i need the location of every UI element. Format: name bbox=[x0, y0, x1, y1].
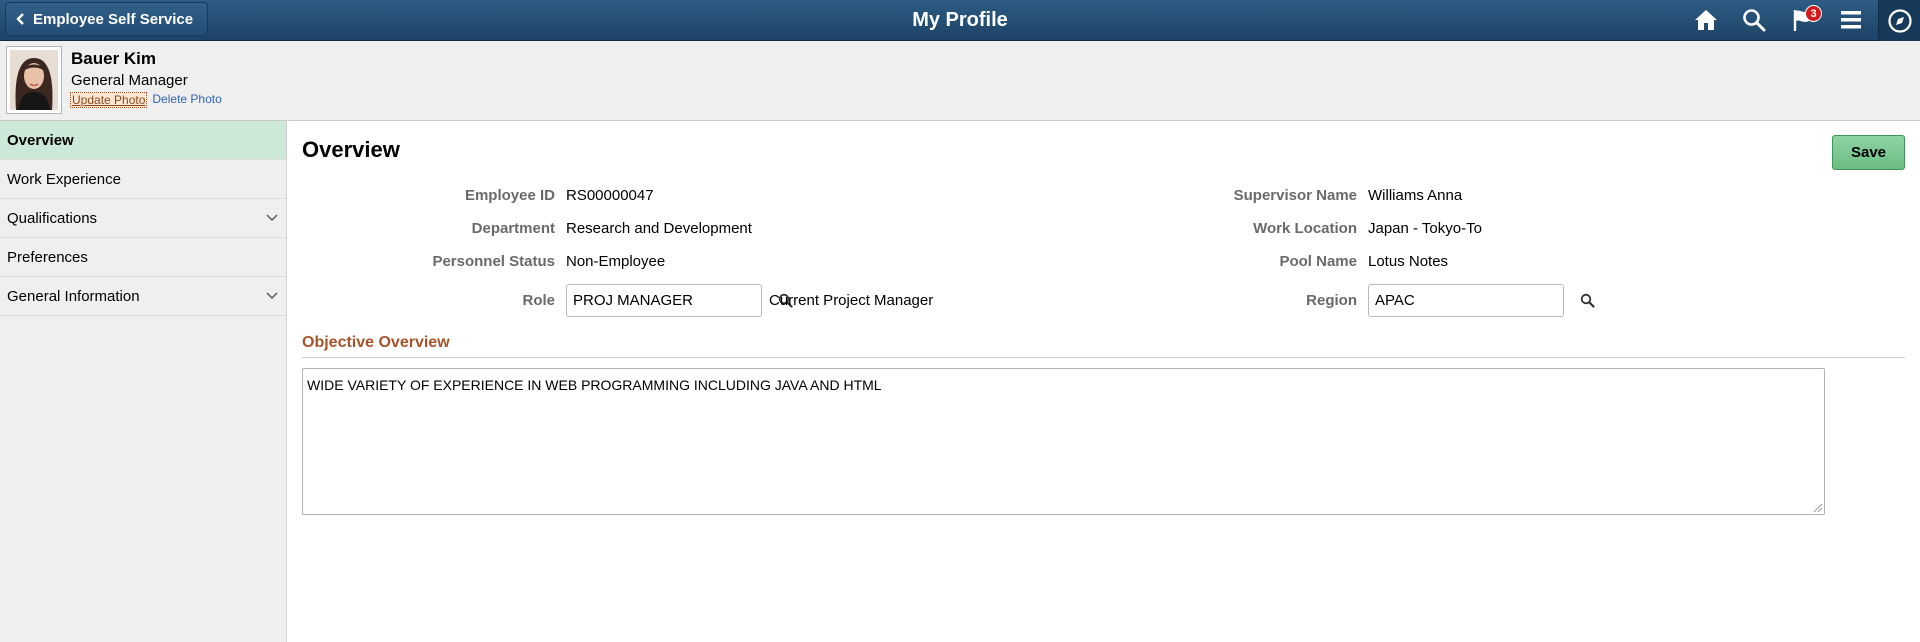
role-input[interactable] bbox=[567, 285, 778, 316]
sidebar-item-label: Qualifications bbox=[7, 209, 98, 227]
resize-grip-icon[interactable] bbox=[1811, 501, 1823, 513]
supervisor-name-value: Williams Anna bbox=[1368, 187, 1463, 204]
personnel-status-label: Personnel Status bbox=[432, 253, 555, 270]
back-button-label: Employee Self Service bbox=[33, 10, 194, 28]
chevron-down-icon bbox=[266, 214, 278, 221]
home-icon[interactable] bbox=[1691, 6, 1721, 34]
supervisor-name-label: Supervisor Name bbox=[1233, 187, 1357, 204]
sidebar: Overview Work Experience Qualifications … bbox=[0, 121, 287, 642]
search-icon[interactable] bbox=[1739, 6, 1769, 34]
sidebar-item-work-experience[interactable]: Work Experience bbox=[0, 160, 286, 199]
work-location-value: Japan - Tokyo-To bbox=[1368, 220, 1482, 237]
pool-name-value: Lotus Notes bbox=[1368, 253, 1449, 270]
employee-name: Bauer Kim bbox=[71, 49, 157, 68]
sidebar-item-label: General Information bbox=[7, 287, 140, 305]
sidebar-item-label: Overview bbox=[7, 131, 74, 149]
region-label: Region bbox=[1306, 292, 1357, 309]
work-location-label: Work Location bbox=[1253, 220, 1357, 237]
sidebar-item-qualifications[interactable]: Qualifications bbox=[0, 199, 286, 238]
delete-photo-link[interactable]: Delete Photo bbox=[152, 92, 221, 108]
update-photo-link[interactable]: Update Photo bbox=[70, 92, 148, 108]
back-button[interactable]: Employee Self Service bbox=[5, 2, 209, 36]
objective-overview-heading: Objective Overview bbox=[302, 334, 1905, 358]
section-title: Overview bbox=[302, 137, 400, 162]
sidebar-item-preferences[interactable]: Preferences bbox=[0, 238, 286, 277]
photo-links: Update Photo Delete Photo bbox=[70, 92, 222, 108]
region-input[interactable] bbox=[1369, 285, 1580, 316]
department-label: Department bbox=[471, 220, 555, 237]
sidebar-item-label: Preferences bbox=[7, 248, 88, 266]
flag-icon[interactable]: 3 bbox=[1788, 5, 1822, 34]
page-title: My Profile bbox=[912, 9, 1008, 31]
sidebar-item-overview[interactable]: Overview bbox=[0, 121, 286, 160]
department-value: Research and Development bbox=[566, 220, 752, 237]
employee-job-title: General Manager bbox=[71, 72, 188, 89]
personnel-status-value: Non-Employee bbox=[566, 253, 666, 270]
notification-badge: 3 bbox=[1805, 5, 1822, 22]
role-description: Current Project Manager bbox=[769, 292, 934, 309]
avatar bbox=[10, 50, 58, 110]
role-label: Role bbox=[522, 292, 555, 309]
pool-name-label: Pool Name bbox=[1279, 253, 1357, 270]
top-banner: Employee Self Service My Profile 3 bbox=[0, 0, 1920, 41]
search-icon[interactable] bbox=[1580, 285, 1595, 316]
role-prompt bbox=[566, 284, 793, 317]
navbar-icon[interactable] bbox=[1878, 0, 1920, 41]
profile-header: Bauer Kim General Manager Update Photo D… bbox=[0, 41, 1920, 121]
chevron-down-icon bbox=[266, 292, 278, 299]
employee-id-label: Employee ID bbox=[464, 187, 555, 204]
chevron-left-icon bbox=[16, 13, 24, 25]
menu-icon[interactable] bbox=[1836, 6, 1866, 34]
sidebar-item-label: Work Experience bbox=[7, 170, 121, 188]
save-button[interactable]: Save bbox=[1832, 135, 1905, 170]
sidebar-item-general-information[interactable]: General Information bbox=[0, 277, 286, 316]
employee-id-value: RS00000047 bbox=[566, 187, 654, 204]
region-prompt bbox=[1368, 284, 1595, 317]
employee-photo bbox=[6, 46, 62, 114]
objective-overview-textarea[interactable]: WIDE VARIETY OF EXPERIENCE IN WEB PROGRA… bbox=[302, 368, 1825, 515]
